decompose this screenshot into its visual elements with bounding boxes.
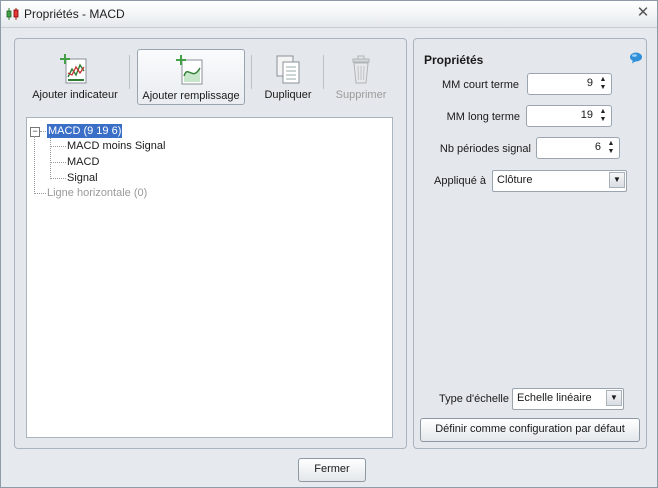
delete-button[interactable]: Supprimer <box>331 49 391 103</box>
toolbar-separator <box>251 55 252 89</box>
toolbar: Ajouter indicateur Ajouter remplissage D… <box>15 39 406 109</box>
tree-item-signal[interactable]: Signal <box>67 171 98 185</box>
duplicate-label: Dupliquer <box>264 89 312 101</box>
long-ma-value: 19 <box>580 109 593 121</box>
tree-connector <box>34 193 46 194</box>
toolbar-separator <box>323 55 324 89</box>
add-indicator-label: Ajouter indicateur <box>32 89 118 101</box>
tree-item-horizontal-line[interactable]: Ligne horizontale (0) <box>47 186 147 200</box>
spin-up-icon[interactable]: ▲ <box>597 108 609 116</box>
scale-type-label: Type d'échelle <box>439 393 509 405</box>
properties-dialog: Propriétés - MACD ✕ Ajouter indicateur A… <box>0 0 658 488</box>
tree-connector <box>50 162 66 163</box>
add-indicator-icon <box>60 54 87 84</box>
tree-connector <box>50 137 51 177</box>
candlestick-chart-icon <box>6 8 19 20</box>
tree-item-macd-root[interactable]: MACD (9 19 6) <box>47 124 123 138</box>
delete-label: Supprimer <box>335 89 387 101</box>
indicator-tree[interactable]: − MACD (9 19 6) MACD moins Signal MACD S… <box>26 117 393 438</box>
applied-to-select[interactable]: Clôture ▼ <box>492 170 627 192</box>
collapse-toggle[interactable]: − <box>30 127 40 137</box>
applied-to-value: Clôture <box>497 174 533 186</box>
add-fill-label: Ajouter remplissage <box>142 90 240 102</box>
short-ma-label: MM court terme <box>441 79 519 91</box>
duplicate-button[interactable]: Dupliquer <box>259 49 317 103</box>
short-ma-value: 9 <box>586 77 593 89</box>
help-bubble-icon[interactable] <box>629 52 643 64</box>
long-ma-stepper[interactable]: 19 ▲ ▼ <box>526 105 612 127</box>
scale-type-value: Echelle linéaire <box>517 392 592 404</box>
title-bar[interactable]: Propriétés - MACD ✕ <box>1 1 657 28</box>
add-indicator-button[interactable]: Ajouter indicateur <box>29 49 121 103</box>
properties-panel: Propriétés MM court terme 9 ▲ ▼ MM long … <box>413 38 647 449</box>
trash-icon <box>352 55 370 84</box>
spin-up-icon[interactable]: ▲ <box>597 76 609 84</box>
spin-up-icon[interactable]: ▲ <box>605 140 617 148</box>
duplicate-icon <box>276 55 300 84</box>
tree-connector <box>40 131 46 132</box>
tree-item-macd-minus-signal[interactable]: MACD moins Signal <box>67 139 165 153</box>
add-fill-button[interactable]: Ajouter remplissage <box>137 49 245 105</box>
close-icon[interactable]: ✕ <box>635 5 651 21</box>
applied-to-label: Appliqué à <box>434 175 486 187</box>
add-fill-icon <box>176 55 203 85</box>
scale-type-select[interactable]: Echelle linéaire ▼ <box>512 388 624 410</box>
properties-title: Propriétés <box>424 53 484 67</box>
indicator-panel: Ajouter indicateur Ajouter remplissage D… <box>14 38 407 449</box>
window-title: Propriétés - MACD <box>24 7 125 21</box>
chevron-down-icon[interactable]: ▼ <box>609 172 625 188</box>
close-button[interactable]: Fermer <box>298 458 366 482</box>
signal-periods-value: 6 <box>594 141 601 153</box>
long-ma-label: MM long terme <box>446 111 520 123</box>
signal-periods-stepper[interactable]: 6 ▲ ▼ <box>536 137 620 159</box>
tree-connector <box>50 146 66 147</box>
signal-periods-label: Nb périodes signal <box>439 143 531 155</box>
spin-down-icon[interactable]: ▼ <box>597 116 609 124</box>
tree-connector <box>50 178 66 179</box>
tree-item-macd[interactable]: MACD <box>67 155 99 169</box>
spin-down-icon[interactable]: ▼ <box>605 148 617 156</box>
tree-connector <box>34 136 35 192</box>
toolbar-separator <box>129 55 130 89</box>
spin-down-icon[interactable]: ▼ <box>597 84 609 92</box>
chevron-down-icon[interactable]: ▼ <box>606 390 622 406</box>
short-ma-stepper[interactable]: 9 ▲ ▼ <box>527 73 612 95</box>
set-default-button[interactable]: Définir comme configuration par défaut <box>420 418 640 442</box>
